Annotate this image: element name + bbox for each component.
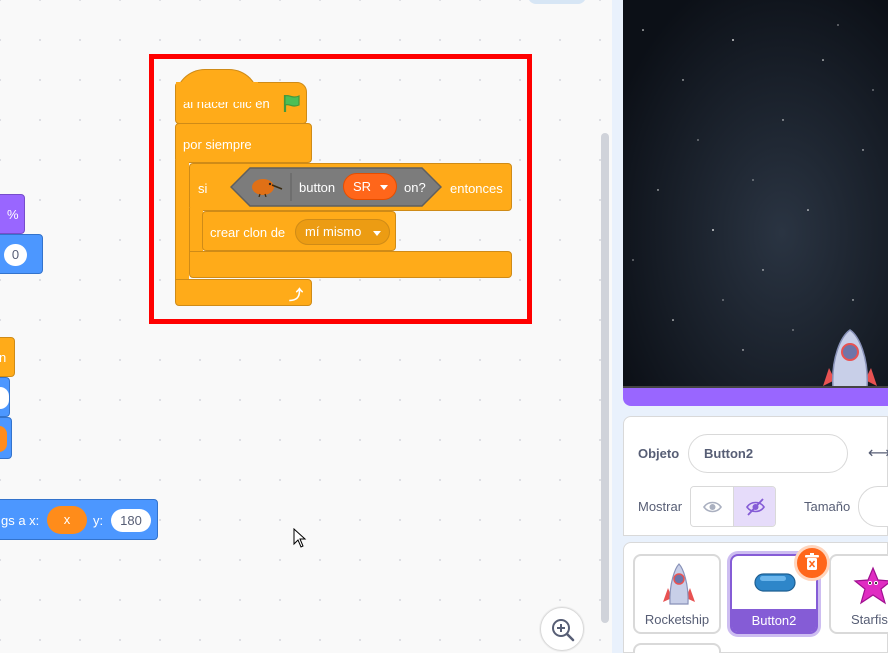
red-highlight-box: [149, 54, 532, 324]
eye-icon: [703, 501, 722, 513]
x-reporter[interactable]: x: [47, 506, 87, 534]
hide-sprite-button[interactable]: [734, 487, 775, 526]
rocketship-thumbnail-icon: [663, 563, 695, 605]
y-input[interactable]: 180: [111, 509, 151, 532]
partial-event-block[interactable]: n: [0, 337, 15, 377]
button-thumbnail-icon: [754, 573, 796, 592]
zoom-in-icon: [552, 619, 575, 642]
sprite-tile-rocketship[interactable]: Rocketship: [633, 554, 721, 634]
sprite-name: Starfis: [851, 612, 888, 627]
partial-motion-block-2[interactable]: [0, 377, 10, 417]
workspace-scrollbar[interactable]: [601, 133, 609, 623]
sprite-tile-starfish[interactable]: Starfis: [829, 554, 888, 634]
number-input-2[interactable]: [0, 387, 9, 409]
workspace-top-button[interactable]: [528, 0, 586, 4]
partial-motion-block[interactable]: 0: [0, 234, 43, 274]
show-sprite-button[interactable]: [691, 487, 734, 526]
eye-slash-icon: [746, 498, 765, 516]
partial-event-label: n: [0, 350, 7, 365]
stage[interactable]: [623, 0, 888, 388]
sprite-name-label: Objeto: [638, 446, 680, 461]
partial-operator-block[interactable]: %: [0, 194, 25, 234]
trash-icon: [805, 553, 819, 570]
sprite-name: Button2: [751, 613, 797, 628]
sprite-info-panel: Objeto Button2 ⟷ Mostrar Tamaño: [623, 416, 888, 536]
glide-block[interactable]: gs a x: x y: 180: [0, 499, 158, 540]
sprite-tile-partial[interactable]: [633, 643, 721, 653]
number-input[interactable]: 0: [4, 244, 27, 266]
variable-reporter[interactable]: [0, 426, 7, 452]
y-label: y:: [93, 513, 104, 528]
stage-bottom-bar: [623, 388, 888, 406]
space-backdrop: [623, 0, 888, 386]
sprite-name: Rocketship: [644, 612, 710, 627]
size-input[interactable]: [858, 486, 888, 527]
horizontal-arrows-icon: ⟷: [868, 445, 888, 462]
starfish-thumbnail-icon: [853, 566, 888, 605]
percent-label: %: [7, 207, 19, 222]
sprite-list: Rocketship Button2 Starfis: [623, 542, 888, 653]
partial-motion-block-3[interactable]: [0, 417, 12, 459]
show-toggle-group: [690, 486, 776, 527]
size-label: Tamaño: [804, 499, 851, 514]
glide-label: gs a x:: [1, 513, 40, 528]
delete-sprite-button[interactable]: [794, 545, 830, 581]
show-label: Mostrar: [638, 499, 683, 514]
mouse-cursor-icon: [293, 528, 307, 548]
zoom-in-button[interactable]: [540, 607, 584, 651]
sprite-name-input[interactable]: Button2: [688, 434, 848, 473]
